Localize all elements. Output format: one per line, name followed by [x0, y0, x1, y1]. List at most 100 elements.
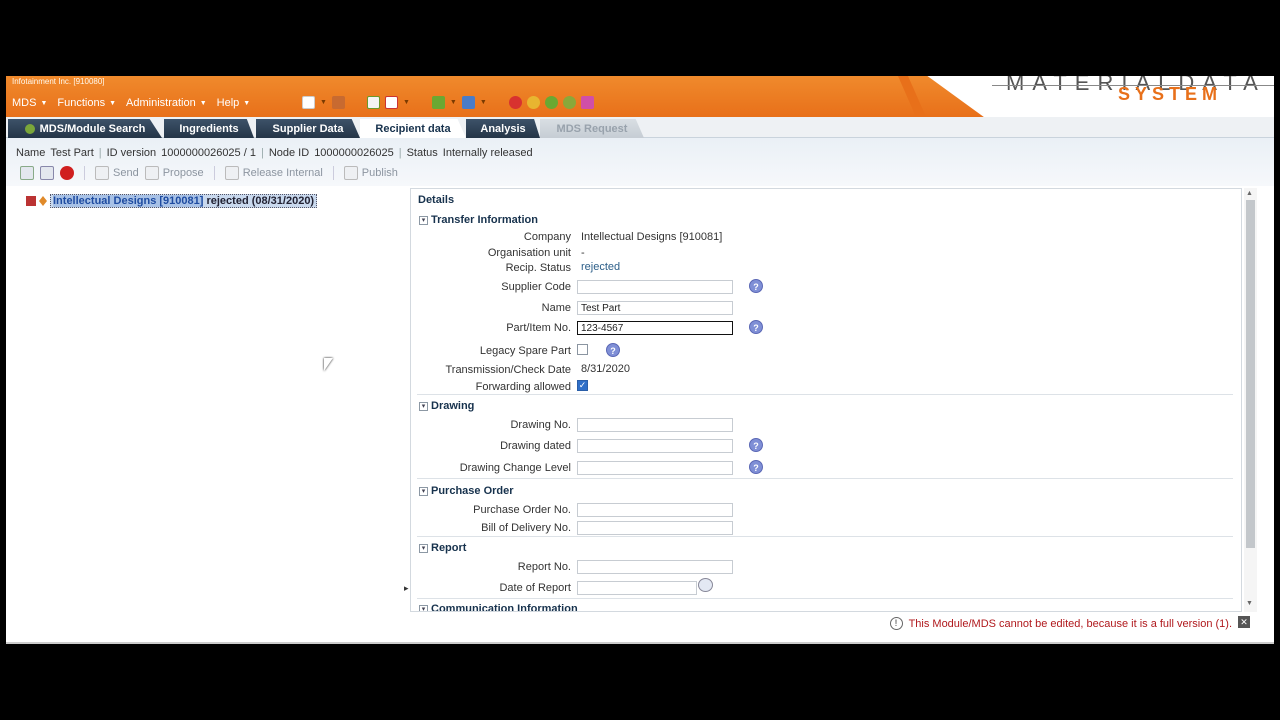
publish-button[interactable]: Publish [343, 166, 398, 180]
part-item-no-input[interactable] [577, 321, 733, 335]
menu-mds[interactable]: MDS ▼ [12, 96, 47, 110]
tree-home-icon[interactable] [20, 166, 34, 180]
menu-administration[interactable]: Administration ▼ [126, 96, 207, 110]
scroll-down-arrow[interactable]: ▼ [1246, 600, 1253, 607]
flask-icon[interactable] [580, 96, 594, 109]
propose-button[interactable]: Propose [144, 166, 204, 180]
stop-icon[interactable] [508, 96, 522, 109]
accept-icon[interactable] [562, 96, 576, 109]
drawing-dated-input[interactable] [577, 439, 733, 453]
check-icon[interactable] [544, 96, 558, 109]
separator: | [98, 147, 102, 159]
item-info-line: Name Test Part | ID version 100000002602… [16, 147, 533, 159]
save-icon[interactable] [331, 96, 345, 109]
section-title: Drawing [431, 400, 475, 412]
toolbar: ▼ ▼ ▼ ▼ [302, 96, 594, 109]
logo-text-bottom: SYSTEM [1118, 84, 1223, 104]
status-value: Internally released [442, 147, 533, 159]
id-version-value: 1000000026025 / 1 [161, 147, 256, 159]
chevron-down-icon[interactable]: ▼ [480, 99, 487, 106]
help-icon[interactable]: ? [749, 460, 763, 474]
tab-label: Ingredients [179, 122, 239, 135]
date-of-report-input[interactable] [577, 581, 697, 595]
help-icon[interactable]: ? [749, 279, 763, 293]
tree-expand-icon[interactable] [40, 166, 54, 180]
chevron-down-icon[interactable]: ▼ [320, 99, 327, 106]
details-scrollbar[interactable]: ▲ ▼ [1244, 188, 1257, 612]
chevron-down-icon: ▼ [199, 99, 207, 107]
toolbar-divider [84, 166, 85, 180]
tab-ingredients[interactable]: Ingredients [164, 119, 254, 138]
section-purchase-order[interactable]: ▾ Purchase Order [419, 485, 514, 497]
collapse-icon: ▾ [419, 543, 428, 553]
recip-status-label: Recip. Status [505, 262, 571, 274]
delete-icon[interactable] [60, 166, 74, 180]
company-icon [26, 196, 36, 206]
warning-icon[interactable] [526, 96, 540, 109]
help-icon[interactable]: ? [749, 438, 763, 452]
tree-node-label: Intellectual Designs [910081] rejected (… [50, 194, 318, 208]
report-no-input[interactable] [577, 560, 733, 574]
name-value: Test Part [50, 147, 94, 159]
legacy-spare-part-checkbox[interactable] [577, 344, 588, 355]
tab-analysis[interactable]: Analysis [466, 119, 540, 138]
info-icon: ! [889, 617, 903, 630]
id-version-label: ID version [106, 147, 157, 159]
name-label: Name [16, 147, 46, 159]
tab-recipient-data[interactable]: Recipient data [360, 119, 466, 138]
mouse-cursor [324, 358, 333, 371]
top-bar: Infotainment Inc. [910080] MDS ▼ Function… [6, 76, 1274, 117]
section-divider [417, 536, 1233, 537]
calendar-icon[interactable] [698, 578, 713, 592]
menu-mds-label: MDS [12, 97, 37, 109]
tree-status: rejected (08/31/2020) [206, 195, 315, 207]
new-document-icon[interactable] [302, 96, 315, 109]
section-drawing[interactable]: ▾ Drawing [419, 400, 474, 412]
menu-functions-label: Functions [57, 97, 106, 109]
separator: | [398, 147, 402, 159]
help-icon[interactable]: ? [749, 320, 763, 334]
section-title: Communication Information [431, 603, 578, 612]
drawing-no-input[interactable] [577, 418, 733, 432]
send-button[interactable]: Send [95, 166, 139, 180]
section-communication-information[interactable]: ▾ Communication Information [419, 603, 578, 612]
scroll-thumb[interactable] [1246, 200, 1255, 548]
tree-node-recipient[interactable]: Intellectual Designs [910081] rejected (… [26, 194, 318, 208]
forwarding-allowed-label: Forwarding allowed [475, 381, 571, 393]
chevron-down-icon[interactable]: ▼ [450, 99, 457, 106]
chevron-down-icon[interactable]: ▼ [403, 99, 410, 106]
propose-label: Propose [162, 167, 204, 179]
edit-document-icon[interactable] [366, 96, 380, 109]
pdf-icon[interactable] [384, 96, 398, 109]
close-icon[interactable]: ✕ [1238, 616, 1250, 628]
name-input[interactable] [577, 301, 733, 315]
export-icon[interactable] [461, 96, 475, 109]
transmission-date-value: 8/31/2020 [581, 363, 630, 375]
menu-bar: MDS ▼ Functions ▼ Administration ▼ Help ▼ [12, 96, 250, 110]
toolbar-divider [213, 166, 215, 180]
forwarding-allowed-checkbox[interactable]: ✓ [577, 380, 588, 391]
purchase-order-no-input[interactable] [577, 503, 733, 517]
tab-label: MDS Request [556, 122, 628, 135]
import-icon[interactable] [431, 96, 445, 109]
menu-help-label: Help [216, 97, 240, 109]
separator: | [260, 147, 264, 159]
splitter-handle[interactable]: ▸ [404, 583, 409, 594]
propose-icon [144, 166, 159, 180]
company-label: Company [523, 231, 571, 243]
tab-supplier-data[interactable]: Supplier Data [256, 119, 360, 138]
drawing-no-label: Drawing No. [510, 419, 571, 431]
menu-help[interactable]: Help ▼ [217, 96, 251, 110]
rejected-icon [39, 196, 47, 206]
section-report[interactable]: ▾ Report [419, 542, 466, 554]
menu-functions[interactable]: Functions ▼ [57, 96, 116, 110]
help-icon[interactable]: ? [606, 343, 620, 357]
bill-of-delivery-input[interactable] [577, 521, 733, 535]
legacy-spare-part-label: Legacy Spare Part [479, 345, 571, 357]
section-transfer-information[interactable]: ▾ Transfer Information [419, 214, 538, 226]
drawing-change-level-input[interactable] [577, 461, 733, 475]
release-internal-button[interactable]: Release Internal [224, 166, 323, 180]
scroll-up-arrow[interactable]: ▲ [1246, 190, 1253, 197]
tab-mds-module-search[interactable]: MDS/Module Search [8, 119, 162, 138]
supplier-code-input[interactable] [577, 280, 733, 294]
